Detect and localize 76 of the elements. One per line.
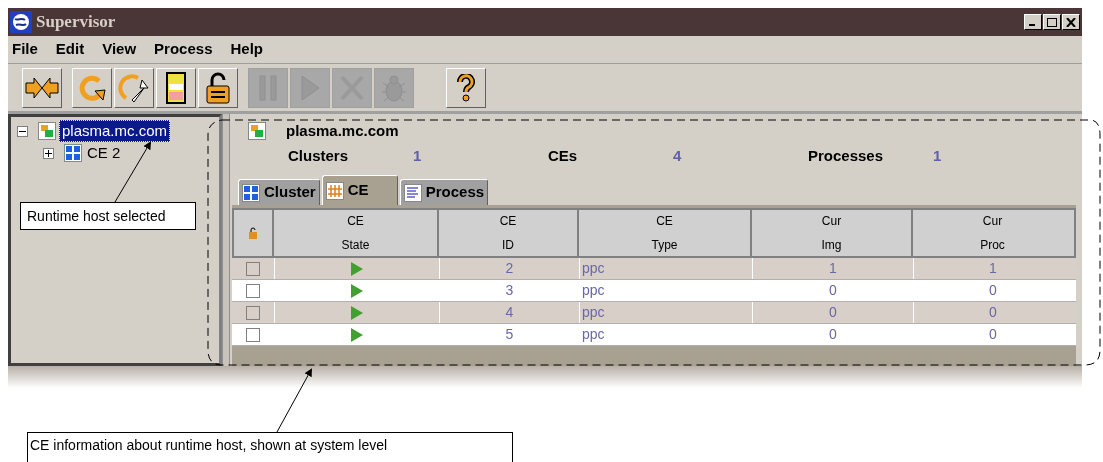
close-button[interactable] xyxy=(1062,14,1080,30)
leader-line xyxy=(276,368,312,433)
grid-icon xyxy=(64,144,82,162)
circular-arrows-icon xyxy=(118,71,150,104)
menu-item[interactable]: Process xyxy=(154,38,213,61)
table-cell-text: 1 xyxy=(989,259,997,278)
callout: Runtime host selected xyxy=(20,202,196,230)
minimize-button[interactable] xyxy=(1024,14,1042,30)
stat-label: Processes xyxy=(808,145,885,166)
menu-item[interactable]: Help xyxy=(230,38,263,61)
table-cell-text: ppc xyxy=(582,281,605,300)
table-cell-text: ppc xyxy=(582,325,605,344)
table-row[interactable]: 3 ppc 0 0 xyxy=(232,280,1076,302)
close-icon xyxy=(1066,17,1076,27)
collapse-toggle[interactable] xyxy=(17,125,28,137)
table-row[interactable]: 5 ppc 0 0 xyxy=(232,324,1076,346)
play-icon xyxy=(299,73,321,102)
column-header[interactable]: Cur Proc xyxy=(913,210,1072,256)
column-header[interactable]: Cur Img xyxy=(752,210,913,256)
table-cell-text: 5 xyxy=(505,325,514,344)
host-icon xyxy=(248,122,266,140)
table-cell-text: ppc xyxy=(582,259,605,278)
leader-line xyxy=(114,141,151,203)
table-cell-text: 0 xyxy=(989,281,997,300)
table-cell-text: 1 xyxy=(829,259,837,278)
tab[interactable]: CE xyxy=(321,175,398,205)
checkbox[interactable] xyxy=(246,327,260,342)
tree-item[interactable]: CE 2 xyxy=(85,143,123,163)
column-header[interactable]: CE State xyxy=(274,210,439,256)
menu-item[interactable]: File xyxy=(12,38,38,61)
table-cell-text: ppc xyxy=(582,303,605,322)
table-cell-text: 3 xyxy=(505,281,514,300)
window-title: Supervisor xyxy=(36,11,116,34)
padlock-icon xyxy=(205,71,231,104)
question-mark-icon xyxy=(457,73,475,102)
table-cell-text: 4 xyxy=(505,303,514,322)
stat-value: 1 xyxy=(413,145,422,166)
bug-icon xyxy=(379,72,409,103)
checkbox[interactable] xyxy=(246,283,260,298)
stat-value: 1 xyxy=(933,145,942,166)
stat-value: 4 xyxy=(673,145,682,166)
host-title: plasma.mc.com xyxy=(286,120,399,141)
table-cell-text: 2 xyxy=(505,259,514,278)
tab[interactable]: Cluster xyxy=(238,179,320,205)
checkbox[interactable] xyxy=(246,261,260,276)
table-cell-text: 0 xyxy=(829,303,837,322)
menu-item[interactable]: Edit xyxy=(55,38,85,61)
tree-item[interactable]: plasma.mc.com xyxy=(59,120,171,142)
minimize-icon xyxy=(1028,24,1035,26)
maximize-icon xyxy=(1047,17,1057,27)
checkbox[interactable] xyxy=(246,305,260,320)
tab[interactable]: Process xyxy=(399,179,489,205)
rack-icon xyxy=(325,181,344,200)
stat-label: Clusters xyxy=(288,145,350,166)
table-cell-text: 0 xyxy=(829,325,837,344)
stat-label: CEs xyxy=(548,145,579,166)
host-icon xyxy=(38,122,56,140)
maximize-button[interactable] xyxy=(1043,14,1061,30)
document-lines-icon xyxy=(403,183,422,202)
table-cell-text: 0 xyxy=(829,281,837,300)
plus-icon xyxy=(45,149,52,157)
expand-toggle[interactable] xyxy=(43,147,54,159)
table-cell-text: 0 xyxy=(989,325,997,344)
play-icon xyxy=(351,305,363,320)
globe-icon xyxy=(10,11,32,33)
callout: CE information about runtime host, shown at system level xyxy=(27,432,513,462)
column-header[interactable]: CE ID xyxy=(439,210,579,256)
grid-icon xyxy=(242,183,260,202)
play-icon xyxy=(351,261,363,276)
padlock-icon xyxy=(248,227,258,239)
converging-arrows-icon xyxy=(25,76,59,99)
play-icon xyxy=(351,283,363,298)
menu-item[interactable]: View xyxy=(102,38,137,61)
table-cell-text: 0 xyxy=(989,303,997,322)
play-icon xyxy=(351,327,363,342)
column-header[interactable]: CE Type xyxy=(579,210,752,256)
